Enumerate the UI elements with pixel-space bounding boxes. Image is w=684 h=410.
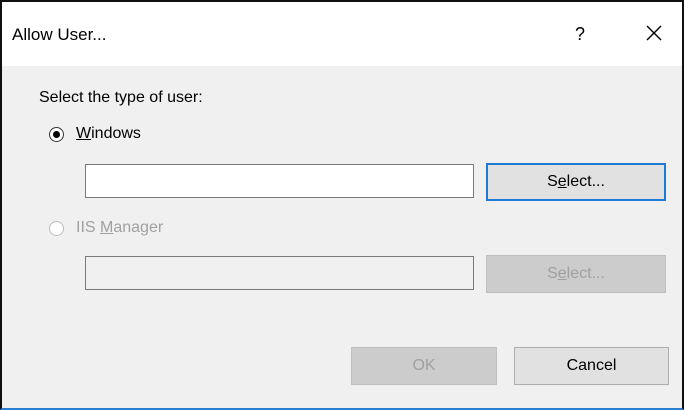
- title-bar[interactable]: Allow User... ?: [2, 2, 682, 66]
- dialog-title: Allow User...: [12, 25, 107, 44]
- iis-select-mnemonic: e: [557, 265, 567, 282]
- iis-label-rest: anager: [113, 219, 164, 236]
- iis-manager-radio-button[interactable]: [49, 220, 64, 236]
- dialog-body: Select the type of user: Windows Select.…: [2, 66, 682, 408]
- user-type-prompt: Select the type of user:: [39, 89, 203, 106]
- close-button[interactable]: [642, 21, 666, 45]
- windows-select-button[interactable]: Select...: [486, 163, 666, 201]
- iis-manager-radio-option[interactable]: IIS Manager: [49, 217, 163, 239]
- windows-select-label-end: lect...: [566, 173, 605, 190]
- windows-user-input[interactable]: [85, 164, 474, 198]
- close-icon: [646, 25, 662, 41]
- windows-mnemonic: W: [76, 125, 92, 142]
- iis-select-label-end: lect...: [566, 265, 605, 282]
- windows-label-rest: indows: [91, 125, 141, 142]
- iis-label-start: IIS: [76, 219, 101, 236]
- iis-select-label-start: S: [547, 265, 558, 282]
- iis-manager-user-input[interactable]: [85, 256, 474, 290]
- cancel-button[interactable]: Cancel: [514, 347, 669, 385]
- iis-manager-select-button[interactable]: Select...: [486, 255, 666, 293]
- iis-manager-radio-label: IIS Manager: [76, 219, 163, 237]
- windows-radio-option[interactable]: Windows: [49, 123, 141, 145]
- windows-radio-button[interactable]: [49, 126, 64, 142]
- iis-mnemonic: M: [100, 219, 114, 236]
- help-button[interactable]: ?: [568, 20, 592, 48]
- windows-select-label-start: S: [547, 173, 558, 190]
- windows-select-mnemonic: e: [557, 173, 567, 190]
- windows-radio-label: Windows: [76, 125, 141, 143]
- ok-button[interactable]: OK: [351, 347, 497, 385]
- allow-user-dialog: Allow User... ? Select the type of user:…: [0, 0, 684, 410]
